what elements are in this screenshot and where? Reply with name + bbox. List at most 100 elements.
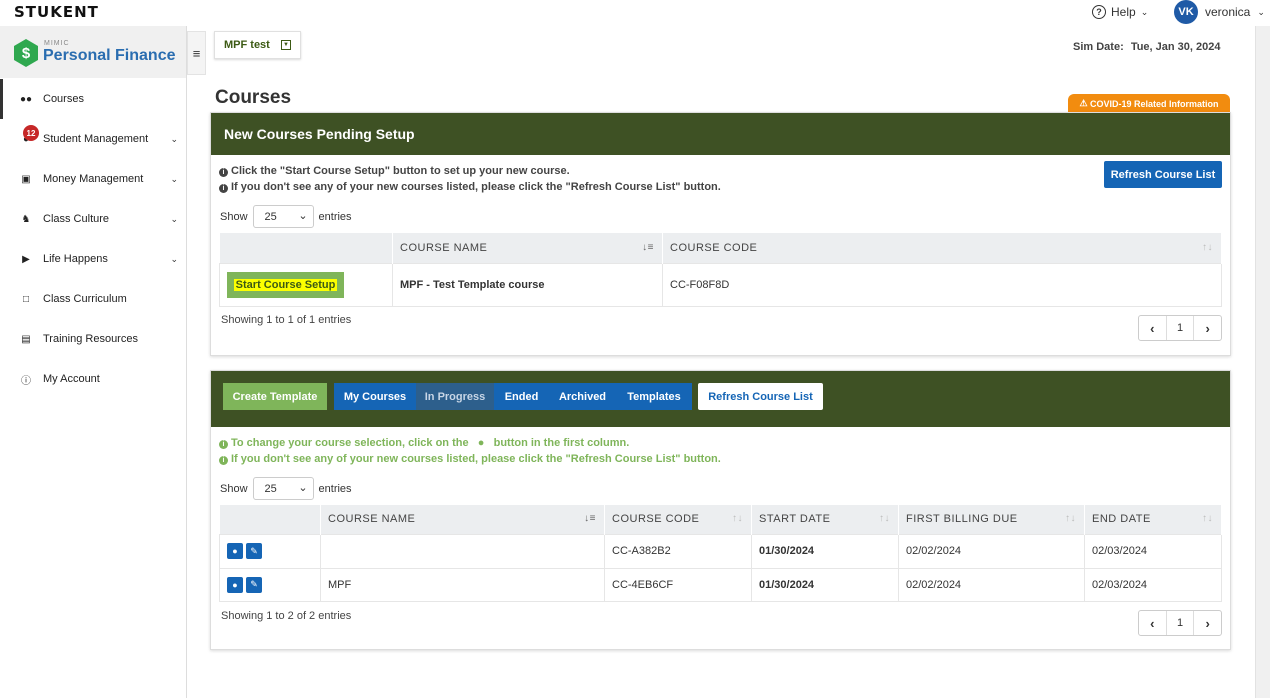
logo-subtitle: MIMIC xyxy=(44,40,70,47)
top-bar: STUKENT ? Help ⌄ VK veronica ⌄ xyxy=(0,0,1270,26)
entries-select[interactable]: 25 ⌄ xyxy=(252,477,314,500)
help-label: Help xyxy=(1111,5,1136,19)
help-menu[interactable]: ? Help ⌄ xyxy=(1092,5,1148,19)
table-header-end-date[interactable]: END DATE ↑↓ xyxy=(1084,505,1222,534)
notification-badge: 12 xyxy=(23,125,39,141)
table-cell-actions: ● ✎ xyxy=(219,567,321,602)
next-page-icon[interactable]: › xyxy=(1193,611,1221,635)
table-cell-end-date: 02/03/2024 xyxy=(1084,533,1222,569)
table-header-row: COURSE NAME ↓≡ COURSE CODE ↑↓ START DATE… xyxy=(219,505,1222,534)
page-number[interactable]: 1 xyxy=(1165,611,1194,635)
edit-pencil-icon[interactable]: ✎ xyxy=(246,576,262,593)
sidebar-item-my-account[interactable]: ⓘ My Account xyxy=(0,359,186,399)
sidebar-item-class-curriculum[interactable]: □ Class Curriculum xyxy=(0,279,186,319)
sidebar-item-label: My Account xyxy=(43,373,100,385)
pending-courses-panel: New Courses Pending Setup i Click the "St… xyxy=(210,112,1231,356)
edit-pencil-icon[interactable]: ✎ xyxy=(246,543,262,559)
panel-heading: New Courses Pending Setup xyxy=(211,113,1230,155)
table-row: ● ✎ CC-A382B2 01/30/2024 02/02/2024 02/0… xyxy=(219,533,1222,569)
start-course-setup-button[interactable]: Start Course Setup xyxy=(227,271,344,298)
previous-page-icon[interactable]: ‹ xyxy=(1139,611,1166,635)
chevron-down-icon: ⌄ xyxy=(298,482,308,494)
select-course-user-icon[interactable]: ● xyxy=(227,543,243,559)
table-header-action xyxy=(219,233,393,263)
product-logo[interactable]: $ MIMIC Personal Finance xyxy=(0,26,186,78)
table-header-start-date[interactable]: START DATE ↑↓ xyxy=(751,505,899,534)
info-line: i To change your course selection, click … xyxy=(219,437,629,449)
dropdown-icon: ▼ xyxy=(281,40,291,50)
info-line: i If you don't see any of your new course… xyxy=(219,181,721,193)
document-icon: ▤ xyxy=(21,333,31,345)
sort-icon: ↑↓ xyxy=(1202,513,1213,525)
page-number[interactable]: 1 xyxy=(1165,316,1194,340)
entries-length-control: Show 25 ⌄ entries xyxy=(220,477,352,500)
select-course-user-icon[interactable]: ● xyxy=(227,576,243,593)
page-title: Courses xyxy=(215,87,292,108)
chevron-down-icon: ⌄ xyxy=(170,133,178,144)
pagination: ‹ 1 › xyxy=(1138,315,1222,341)
info-icon: i xyxy=(219,168,228,177)
user-name: veronica xyxy=(1205,5,1251,19)
table-header-action xyxy=(219,505,321,534)
tab-ended[interactable]: Ended xyxy=(494,383,549,410)
sim-date-label: Sim Date: xyxy=(1073,41,1124,53)
table-header-row: COURSE NAME ↓≡ COURSE CODE ↑↓ xyxy=(219,233,1222,263)
tab-my-courses[interactable]: My Courses xyxy=(334,383,416,410)
stukent-logo[interactable]: STUKENT xyxy=(14,3,99,21)
table-cell-course-code: CC-A382B2 xyxy=(604,533,752,569)
pending-courses-table: COURSE NAME ↓≡ COURSE CODE ↑↓ Start Cour… xyxy=(219,233,1222,307)
chevron-down-icon: ⌄ xyxy=(170,173,178,184)
table-row: Start Course Setup MPF - Test Template c… xyxy=(219,262,1222,307)
table-header-course-name[interactable]: COURSE NAME ↓≡ xyxy=(320,505,605,534)
sidebar-item-money-management[interactable]: ▣ Money Management ⌄ xyxy=(0,159,186,199)
covid-info-button[interactable]: ⚠ COVID-19 Related Information xyxy=(1068,94,1230,113)
sidebar-item-life-happens[interactable]: ▶ Life Happens ⌄ xyxy=(0,239,186,279)
sidebar: $ MIMIC Personal Finance ●● Courses ● 12… xyxy=(0,26,187,698)
money-icon: ▣ xyxy=(21,173,31,185)
sidebar-item-student-management[interactable]: ● 12 Student Management ⌄ xyxy=(0,119,186,159)
info-icon: i xyxy=(219,440,228,449)
sidebar-item-label: Student Management xyxy=(43,133,149,145)
table-cell-action: Start Course Setup xyxy=(219,262,393,307)
tab-templates[interactable]: Templates xyxy=(616,383,692,410)
folder-icon: □ xyxy=(22,293,30,305)
sort-icon: ↑↓ xyxy=(732,513,743,525)
chevron-down-icon: ⌄ xyxy=(170,213,178,224)
table-cell-course-code: CC-F08F8D xyxy=(662,262,1222,307)
chevron-down-icon: ⌄ xyxy=(1257,6,1265,17)
entries-select[interactable]: 25 ⌄ xyxy=(252,205,314,228)
sidebar-item-label: Training Resources xyxy=(43,333,138,345)
table-header-course-name[interactable]: COURSE NAME ↓≡ xyxy=(392,233,663,263)
refresh-course-list-button[interactable]: Refresh Course List xyxy=(698,383,823,410)
entries-length-control: Show 25 ⌄ entries xyxy=(220,205,352,228)
table-header-first-billing-due[interactable]: FIRST BILLING DUE ↑↓ xyxy=(898,505,1085,534)
sort-icon: ↑↓ xyxy=(1065,513,1076,525)
pagination: ‹ 1 › xyxy=(1138,610,1222,636)
info-line: i If you don't see any of your new course… xyxy=(219,453,721,465)
sim-selector[interactable]: MPF test ▼ xyxy=(214,31,301,59)
next-page-icon[interactable]: › xyxy=(1193,316,1221,340)
users-icon: ●● xyxy=(20,93,33,105)
tab-archived[interactable]: Archived xyxy=(549,383,616,410)
logo-title: Personal Finance xyxy=(43,47,176,64)
info-icon: ⓘ xyxy=(21,375,31,387)
refresh-course-list-button[interactable]: Refresh Course List xyxy=(1104,161,1222,188)
panel-toolbar: Create Template My Courses In Progress E… xyxy=(211,371,1230,427)
sidebar-item-class-culture[interactable]: ♞ Class Culture ⌄ xyxy=(0,199,186,239)
courses-table: COURSE NAME ↓≡ COURSE CODE ↑↓ START DATE… xyxy=(219,505,1222,602)
tab-in-progress[interactable]: In Progress xyxy=(416,383,494,410)
sidebar-item-training-resources[interactable]: ▤ Training Resources xyxy=(0,319,186,359)
user-menu[interactable]: VK veronica ⌄ xyxy=(1174,0,1265,24)
course-tabs: Create Template My Courses In Progress E… xyxy=(223,383,823,410)
create-template-button[interactable]: Create Template xyxy=(223,383,327,410)
sidebar-item-courses[interactable]: ●● Courses xyxy=(0,79,186,119)
table-info: Showing 1 to 1 of 1 entries xyxy=(221,314,352,326)
sort-icon: ↓≡ xyxy=(584,513,596,525)
table-header-course-code[interactable]: COURSE CODE ↑↓ xyxy=(662,233,1222,263)
previous-page-icon[interactable]: ‹ xyxy=(1139,316,1166,340)
menu-toggle-icon[interactable]: ≡ xyxy=(187,31,206,75)
table-header-course-code[interactable]: COURSE CODE ↑↓ xyxy=(604,505,752,534)
sim-date: Sim Date: Tue, Jan 30, 2024 xyxy=(1073,41,1221,53)
table-cell-end-date: 02/03/2024 xyxy=(1084,567,1222,602)
scrollbar[interactable] xyxy=(1255,26,1270,698)
